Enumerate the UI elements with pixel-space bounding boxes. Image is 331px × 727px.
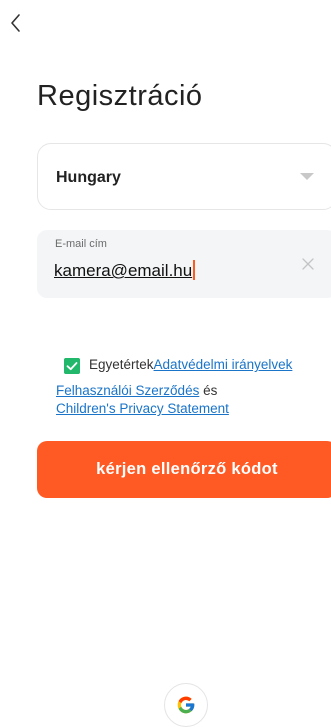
- email-field[interactable]: E-mail cím kamera@email.hu: [37, 230, 331, 298]
- caret-down-icon: [300, 173, 314, 180]
- google-login-button[interactable]: [164, 683, 208, 727]
- page-title: Regisztráció: [37, 80, 203, 112]
- email-value: kamera@email.hu: [54, 261, 193, 280]
- agree-conjunction: és: [199, 383, 218, 398]
- agree-checkbox[interactable]: [64, 358, 80, 374]
- email-label: E-mail cím: [55, 238, 107, 250]
- agree-prefix: Egyetértek: [89, 357, 154, 372]
- request-code-button[interactable]: kérjen ellenőrző kódot: [37, 441, 331, 498]
- google-icon: [177, 696, 195, 714]
- user-agreement-link[interactable]: Felhasználói Szerződés: [56, 383, 199, 398]
- agreement-line-2: Felhasználói Szerződés és: [56, 382, 217, 399]
- close-icon[interactable]: [299, 255, 317, 273]
- children-privacy-link[interactable]: Children's Privacy Statement: [56, 401, 229, 416]
- privacy-policy-link[interactable]: Adatvédelmi irányelvek: [154, 357, 293, 372]
- back-button[interactable]: [2, 8, 30, 38]
- text-caret: [193, 260, 196, 280]
- country-value: Hungary: [56, 169, 121, 186]
- chevron-left-icon: [11, 14, 20, 32]
- agreement-line-3: Children's Privacy Statement: [56, 400, 229, 417]
- email-input[interactable]: kamera@email.hu: [54, 260, 196, 281]
- country-select[interactable]: Hungary: [37, 143, 331, 210]
